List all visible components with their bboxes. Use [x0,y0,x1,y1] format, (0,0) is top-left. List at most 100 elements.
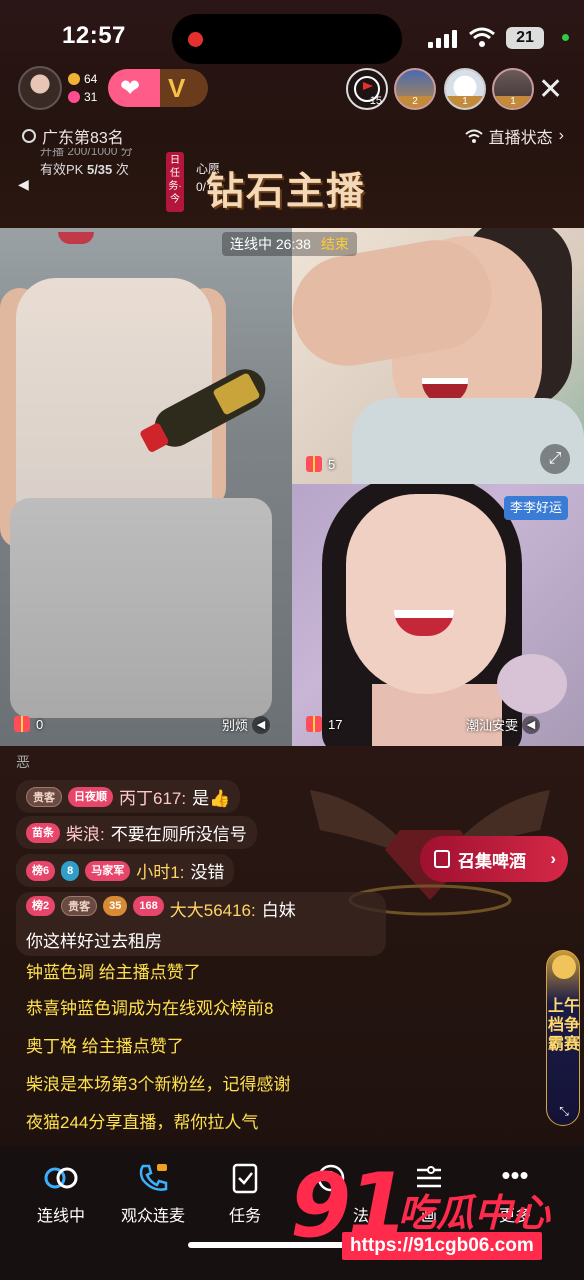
speaker-icon[interactable]: ◀ [522,715,541,734]
pk-battle-icon[interactable]: 15 [346,68,388,110]
guest-video-feed-2[interactable] [292,484,584,746]
chat-message[interactable]: 榜2 贵客 35 168 大大56416: 白妹 你这样好过去租房 [16,892,386,956]
chat-text: 不要在厕所没信号 [110,825,247,844]
status-bar: 12:57 21 [0,0,584,70]
phone-call-icon [135,1162,171,1194]
gift-icon [306,716,322,732]
summon-beer-button[interactable]: 召集啤酒 › [420,836,568,882]
contest-label: 上午档争霸赛 [547,998,580,1053]
follow-badge-button[interactable]: ❤ V [108,69,208,107]
guest-name-tag[interactable]: 李李好运 [504,496,569,520]
feed-name: 别烦 [222,718,249,733]
expand-icon[interactable]: ⤢ [540,444,570,474]
top-viewer-avatar-2[interactable]: 1 [444,68,486,110]
user-tag: 榜6 [26,860,56,881]
system-message: 钟蓝色调 给主播点赞了 [26,963,201,982]
pk-label: 有效PK [40,162,84,177]
nav-label: 连线中 [36,1208,85,1225]
region-rank[interactable]: 广东第83名 [22,124,124,148]
gift-count-value: 5 [328,456,336,472]
gift-icon [306,456,322,472]
live-status-button[interactable]: 直播状态 › [464,124,564,148]
video-figure [10,498,272,718]
system-message: 奥丁格 给主播点赞了 [26,1037,184,1056]
privacy-dot-icon [562,34,569,41]
viewer-rank: 1 [446,96,484,108]
verified-v-icon: V [168,73,186,103]
video-figure [58,232,94,244]
video-figure [16,278,212,508]
chat-text-continued: 你这样好过去租房 [26,932,162,951]
recording-indicator-icon [188,32,203,47]
chat-username[interactable]: 大大56416: [170,896,256,921]
host-avatar[interactable] [18,66,62,110]
main-gift-count: 0 [14,716,43,732]
system-message: 柴浪是本场第3个新粉丝，记得感谢 [26,1075,291,1094]
video-figure [346,494,506,694]
main-name-label: 别烦 ◀ [222,715,271,734]
watermark-brand: 吃瓜中心 [398,1193,551,1235]
dynamic-island [172,14,402,64]
pk-value: 5/35 [86,162,113,177]
site-watermark: 91 吃瓜中心 https://91cgb06.com [290,1154,580,1264]
gift-icon [14,716,30,732]
user-tag: 日夜顺 [68,786,113,807]
user-tag: 苗条 [26,822,60,843]
daily-task-tag[interactable]: 日任务·今 [166,152,184,212]
close-icon[interactable]: ✕ [538,72,563,107]
gift-count-value: 17 [328,716,343,732]
coin-icon [68,73,80,85]
region-rank-label: 广东第83名 [42,130,124,147]
nav-label: 观众连麦 [120,1208,185,1225]
end-link-button[interactable]: 结束 [321,236,349,252]
pk-progress-panel[interactable]: 开播 200/1000 分 有效PK 5/35 次 [40,148,133,180]
system-message: 恭喜钟蓝色调成为在线观众榜前8 [26,999,274,1018]
status-time: 12:57 [62,22,126,49]
nav-label: 任务 [228,1208,261,1225]
clipboard-check-icon [227,1162,263,1194]
nav-tasks[interactable]: 任务 [200,1162,290,1226]
guest2-name-label: 潮汕安雯 ◀ [466,715,541,734]
chat-text: 是👍 [192,789,231,808]
system-message: 夜猫244分享直播，帮你拉人气 [26,1113,259,1132]
clock-icon [22,129,36,143]
chat-message[interactable]: 榜6 8 马家军 小时1: 没错 [16,854,235,887]
video-figure [497,654,567,714]
live-status-label: 直播状态 [488,130,553,147]
morning-contest-banner[interactable]: 上午档争霸赛 ⤡ [546,950,580,1126]
viewer-rank: 1 [494,96,532,108]
pk-cut-line: 开播 200/1000 分 [40,148,133,158]
top-viewer-avatar-3[interactable]: 1 [492,68,534,110]
main-video-feed[interactable] [0,228,292,746]
user-tag: 榜2 [26,896,56,916]
trophy-icon [552,955,576,979]
summon-label: 召集啤酒 [458,851,526,871]
viewer-rank: 2 [396,96,434,108]
chat-text: 白妹 [261,901,296,920]
guest1-gift-count: 5 [306,456,335,472]
top-viewer-avatar-1[interactable]: 2 [394,68,436,110]
speaker-icon[interactable]: ◀ [252,715,271,734]
nav-audience-mic[interactable]: 观众连麦 [108,1162,198,1226]
chevron-right-icon: › [558,127,564,144]
pk-count: 15 [369,95,382,107]
chat-username[interactable]: 丙丁617: [119,784,186,809]
link-timer: 连线中 26:38 结束 [222,232,357,256]
chat-message[interactable]: 贵客 日夜顺 丙丁617: 是👍 [16,780,241,813]
host-stat-hearts: 31 [84,90,98,104]
link-icon [43,1162,79,1194]
chat-username[interactable]: 柴浪: [66,820,105,845]
chat-username[interactable]: 小时1: [136,858,184,883]
chevron-right-icon: › [550,849,556,868]
chat-message[interactable]: 苗条 柴浪: 不要在厕所没信号 [16,816,257,849]
user-tag: 8 [61,860,80,881]
carousel-left-arrow-icon[interactable]: ◀ [18,176,29,193]
pk-unit: 次 [115,162,129,177]
collapse-icon[interactable]: ⤡ [547,1104,581,1119]
wifi-icon [469,27,495,47]
watermark-url: https://91cgb06.com [342,1232,542,1260]
wifi-status-icon [464,129,483,143]
nav-linking[interactable]: 连线中 [16,1162,106,1226]
user-tag: 马家军 [85,860,131,881]
guest-video-feed-1[interactable] [292,228,584,484]
